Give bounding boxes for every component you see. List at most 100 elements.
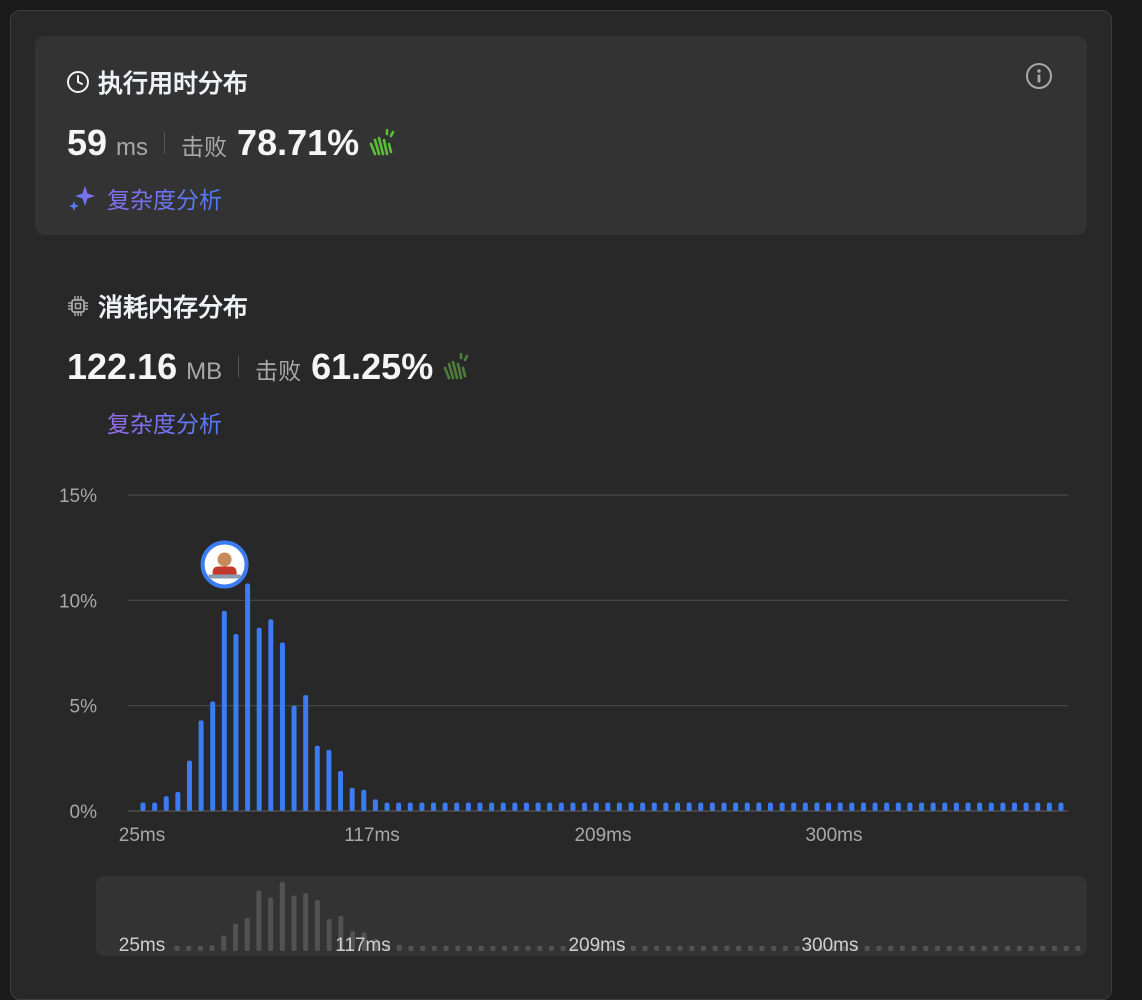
histogram-bar[interactable] — [198, 720, 204, 811]
histogram-bar[interactable] — [663, 802, 669, 811]
histogram-bar[interactable] — [442, 802, 448, 811]
histogram-bar[interactable] — [210, 701, 216, 811]
histogram-bar[interactable] — [826, 802, 832, 811]
histogram-bar[interactable] — [140, 802, 146, 811]
histogram-bar[interactable] — [547, 802, 553, 811]
overview-bar — [197, 945, 203, 951]
histogram-bar[interactable] — [698, 802, 704, 811]
histogram-bar[interactable] — [721, 802, 727, 811]
histogram-bar[interactable] — [907, 802, 913, 811]
histogram-bar[interactable] — [953, 802, 959, 811]
histogram-bar[interactable] — [837, 802, 843, 811]
histogram-bar[interactable] — [791, 802, 797, 811]
histogram-bar[interactable] — [756, 802, 762, 811]
histogram-bar[interactable] — [465, 802, 471, 811]
histogram-bar[interactable] — [1023, 802, 1029, 811]
histogram-bar[interactable] — [349, 787, 355, 811]
histogram-bar[interactable] — [860, 802, 866, 811]
histogram-bar[interactable] — [733, 802, 739, 811]
histogram-bar[interactable] — [163, 796, 169, 811]
histogram-bar[interactable] — [570, 802, 576, 811]
histogram-bar[interactable] — [709, 802, 715, 811]
histogram-bar[interactable] — [1000, 802, 1006, 811]
histogram-bar[interactable] — [314, 745, 320, 811]
histogram-bar[interactable] — [279, 642, 285, 811]
overview-bar — [689, 945, 695, 951]
overview-bar — [771, 945, 777, 951]
histogram-bar[interactable] — [779, 802, 785, 811]
chart-overview-scrubber[interactable]: 25ms 117ms 209ms 300ms — [96, 876, 1087, 956]
histogram-bar[interactable] — [802, 802, 808, 811]
histogram-bar[interactable] — [233, 634, 239, 811]
histogram-bar[interactable] — [930, 802, 936, 811]
histogram-bar[interactable] — [686, 802, 692, 811]
histogram-bar[interactable] — [500, 802, 506, 811]
histogram-bar[interactable] — [814, 802, 820, 811]
overview-bar — [970, 945, 976, 951]
histogram-bar[interactable] — [1012, 802, 1017, 811]
histogram-bar[interactable] — [675, 802, 681, 811]
histogram-bar[interactable] — [942, 802, 948, 811]
histogram-bar[interactable] — [849, 802, 855, 811]
user-avatar-marker[interactable] — [200, 540, 249, 589]
histogram-bar[interactable] — [268, 619, 274, 811]
histogram-bar[interactable] — [512, 802, 518, 811]
overview-bar — [782, 945, 788, 951]
histogram-bar[interactable] — [558, 802, 564, 811]
histogram-bar[interactable] — [326, 749, 332, 811]
histogram-bar[interactable] — [1058, 802, 1064, 811]
histogram-bar[interactable] — [628, 802, 634, 811]
histogram-bar[interactable] — [744, 802, 750, 811]
histogram-bar[interactable] — [361, 789, 367, 811]
histogram-bar[interactable] — [767, 802, 773, 811]
histogram-bar[interactable] — [338, 770, 344, 811]
histogram-bar[interactable] — [884, 802, 890, 811]
histogram-bar[interactable] — [977, 802, 983, 811]
overview-bar — [478, 945, 484, 951]
histogram-bar[interactable] — [640, 802, 646, 811]
histogram-bar[interactable] — [186, 760, 192, 811]
histogram-bar[interactable] — [256, 627, 262, 811]
overview-bar — [244, 917, 250, 951]
y-tick-label: 15% — [59, 486, 97, 507]
histogram-bar[interactable] — [407, 802, 413, 811]
histogram-bar[interactable] — [431, 802, 436, 811]
histogram-bar[interactable] — [988, 802, 994, 811]
histogram-bar[interactable] — [489, 802, 495, 811]
overview-bar — [396, 944, 402, 951]
histogram-bar[interactable] — [221, 610, 227, 811]
histogram-bar[interactable] — [605, 802, 611, 811]
histogram-bar[interactable] — [175, 792, 181, 811]
overview-chart: 25ms 117ms 209ms 300ms — [119, 882, 1081, 956]
histogram-bar[interactable] — [384, 802, 390, 811]
overview-bar — [233, 923, 238, 951]
overview-tick-label: 300ms — [801, 935, 858, 956]
histogram-bar[interactable] — [593, 802, 599, 811]
histogram-bar[interactable] — [919, 802, 925, 811]
histogram-bar[interactable] — [965, 802, 971, 811]
histogram-bar[interactable] — [396, 802, 402, 811]
overview-bar — [455, 945, 461, 951]
histogram-bar[interactable] — [303, 695, 309, 811]
overview-bar — [326, 919, 332, 951]
histogram-bar[interactable] — [651, 802, 657, 811]
histogram-bar[interactable] — [291, 705, 297, 811]
histogram-bar[interactable] — [1046, 802, 1052, 811]
histogram-bar[interactable] — [454, 802, 460, 811]
overview-bar — [712, 945, 718, 951]
overview-bar — [314, 900, 320, 951]
histogram-bar[interactable] — [616, 802, 622, 811]
histogram-bar[interactable] — [245, 583, 251, 811]
histogram-bar[interactable] — [1035, 802, 1041, 811]
overview-bar — [186, 945, 192, 951]
runtime-distribution-chart[interactable]: 15% 10% 5% 0% 25ms 117ms 209ms 300ms — [0, 0, 1142, 860]
histogram-bar[interactable] — [535, 802, 541, 811]
histogram-bar[interactable] — [523, 802, 529, 811]
histogram-bar[interactable] — [477, 802, 483, 811]
histogram-bar[interactable] — [152, 802, 158, 811]
histogram-bar[interactable] — [582, 802, 588, 811]
histogram-bar[interactable] — [419, 802, 425, 811]
histogram-bar[interactable] — [372, 799, 378, 811]
histogram-bar[interactable] — [872, 802, 878, 811]
histogram-bar[interactable] — [895, 802, 901, 811]
